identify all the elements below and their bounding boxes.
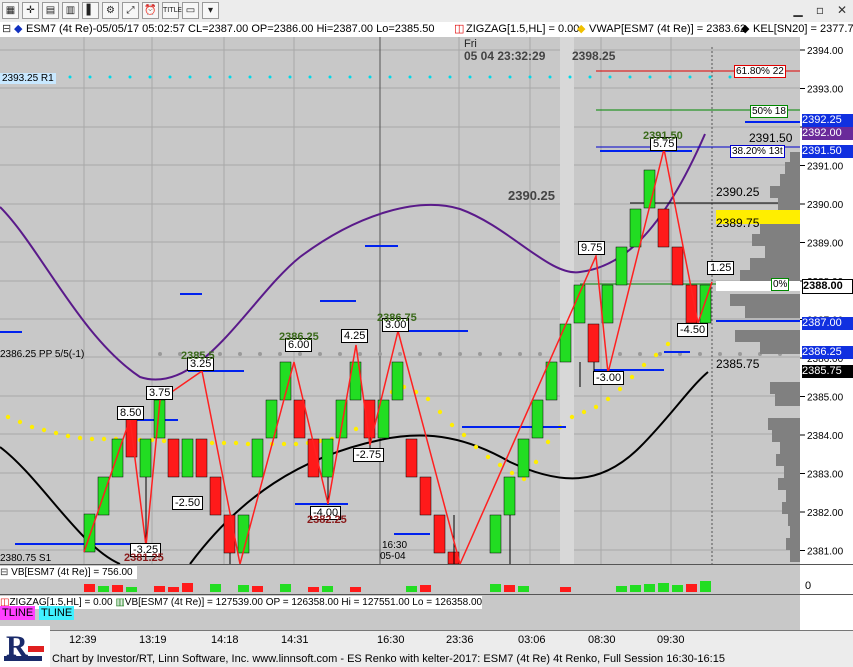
price-chart[interactable]: 2394.00 2393.00 2392.00 2391.00 2390.00 2389.… [0,37,853,564]
chart-icon[interactable]: ▦ [2,2,19,19]
title-icon[interactable]: TITLE [162,2,182,19]
kel-icon: ◆ [741,23,750,35]
time-axis: 12:39 13:19 14:18 14:31 16:30 23:36 03:0… [0,630,853,653]
cursor-icon[interactable]: ✛ [22,2,39,19]
time-label: 14:18 [211,634,239,646]
value-area-high [716,210,800,224]
price-axis [800,37,853,564]
price-tick-label: 2388.00 [807,277,844,288]
header-kel: KEL[SN20] = 2377.75, [753,23,853,35]
footer-text: Chart by Investor/RT, Linn Software, Inc… [52,653,725,665]
chart-background [0,37,800,564]
header-zigzag: ZIGZAG[1.5,HL] = 0.00 [466,23,580,35]
price-tick-label: 2383.00 [807,470,844,481]
price-tick-label: 2390.00 [807,200,844,211]
price-tick-label: 2384.00 [807,431,844,442]
tline-button-1[interactable]: TLINE [0,606,36,620]
volume-pane[interactable]: ⊟ VB[ESM7 (4t Re)] = 756.00 0 [0,564,853,595]
zoom-icon[interactable]: ⤢ [122,2,139,19]
time-label: 16:30 [377,634,405,646]
chart-header: ⊟ ◆ ESM7 (4t Re)-05/05/17 05:02:57 CL=23… [0,22,853,38]
time-label: 08:30 [588,634,616,646]
minimize-icon[interactable]: ▁ [791,3,805,17]
price-tick-label: 2385.00 [807,393,844,404]
header-symbol: ESM7 (4t Re)-05/05/17 05:02:57 CL=2387.0… [26,23,435,35]
investor-rt-logo: R [0,626,50,667]
time-label: 14:31 [281,634,309,646]
zigzag-icon: ◫ [454,23,465,35]
poc-band [716,281,800,291]
tline-button-2[interactable]: TLINE [39,606,75,620]
time-label: 23:36 [446,634,474,646]
alarm-icon[interactable]: ⏰ [142,2,159,19]
price-tick-label: 2387.00 [807,316,844,327]
maximize-icon[interactable]: ▫ [813,3,827,17]
price-tick-label: 2386.00 [807,354,844,365]
bar-icon[interactable]: ▌ [82,2,99,19]
close-icon[interactable]: ✕ [835,3,849,17]
header-vwap: VWAP[ESM7 (4t Re)] = 2383.62 [589,23,747,35]
price-tick-label: 2382.00 [807,508,844,519]
dropdown-icon[interactable]: ▾ [202,2,219,19]
pane2-axis [800,595,853,631]
price-tick-label: 2392.00 [807,123,844,134]
footer-credit: Chart by Investor/RT, Linn Software, Inc… [0,652,853,667]
price-tick-label: 2393.00 [807,85,844,96]
time-label: 13:19 [139,634,167,646]
grid-icon[interactable]: ▤ [42,2,59,19]
diamond-icon: ◆ [14,23,23,35]
indicator-pane-2[interactable]: ◫ZIGZAG[1.5,HL] = 0.00 ▥VB[ESM7 (4t Re)]… [0,594,853,631]
indicator-icon[interactable]: ▥ [62,2,79,19]
toolbar: ▦ ✛ ▤ ▥ ▌ ⚙ ⤢ ⏰ TITLE ▭ ▾ ▁ ▫ ✕ [0,0,853,23]
vwap-icon: ◆ [577,23,586,35]
collapse-icon[interactable]: ⊟ [2,22,11,37]
price-tick-label: 2394.00 [807,46,844,57]
price-tick-label: 2381.00 [807,547,844,558]
format-icon[interactable]: ▭ [182,2,199,19]
price-tick-label: 2389.00 [807,239,844,250]
time-label: 12:39 [69,634,97,646]
session-shade [560,37,574,564]
gear-icon[interactable]: ⚙ [102,2,119,19]
time-label: 09:30 [657,634,685,646]
price-tick-label: 2391.00 [807,162,844,173]
volume-bars [84,565,853,595]
volume-axis-zero: 0 [805,580,812,592]
time-label: 03:06 [518,634,546,646]
